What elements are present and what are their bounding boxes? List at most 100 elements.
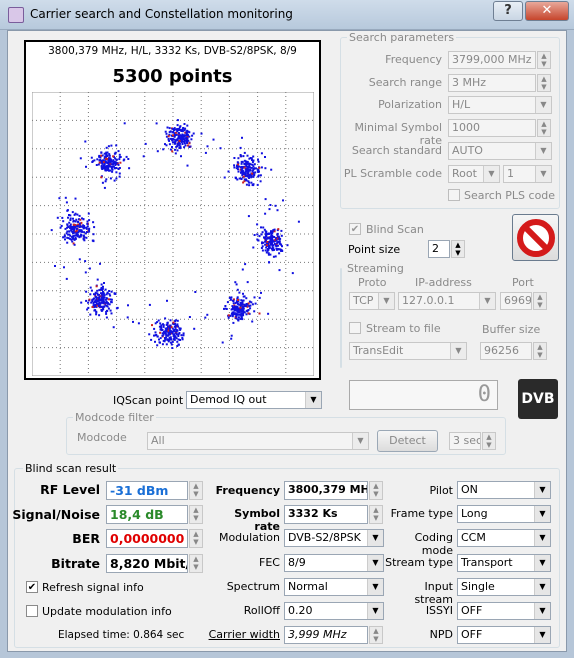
- constellation-point: [98, 154, 101, 157]
- constellation-point: [297, 220, 300, 223]
- constellation-point: [269, 231, 272, 234]
- constellation-point: [176, 324, 179, 327]
- search-standard-dropdown-icon[interactable]: ▼: [535, 143, 551, 159]
- constellation-point: [113, 162, 116, 165]
- modcode-select[interactable]: All: [147, 432, 369, 450]
- constellation-point: [188, 316, 191, 318]
- constellation-point: [278, 240, 281, 243]
- constellation-point: [238, 313, 241, 316]
- buffer-size-input[interactable]: 96256: [480, 342, 532, 360]
- constellation-point: [169, 341, 172, 344]
- constellation-point: [148, 303, 151, 306]
- signal-noise-spinner[interactable]: ▲ ▼: [189, 505, 203, 524]
- input-stream-dropdown-icon[interactable]: ▼: [534, 579, 550, 595]
- close-button[interactable]: ✕: [525, 1, 569, 21]
- constellation-point: [107, 145, 110, 148]
- detect-interval-input[interactable]: 3 sec: [449, 432, 481, 450]
- help-button[interactable]: ?: [493, 1, 523, 21]
- carrier-width-label[interactable]: Carrier width: [200, 628, 280, 641]
- search-range-input[interactable]: 3 MHz: [448, 74, 536, 92]
- detect-button[interactable]: Detect: [377, 430, 438, 452]
- stop-button[interactable]: [512, 214, 559, 261]
- stream-type-dropdown-icon[interactable]: ▼: [534, 555, 550, 571]
- modulation-value: DVB-S2/8PSK: [288, 531, 361, 544]
- blind-scan-checkbox[interactable]: ✔: [349, 223, 361, 235]
- npd-label: NPD: [429, 628, 453, 641]
- constellation-point: [118, 167, 121, 169]
- ip-address-dropdown-icon[interactable]: ▼: [479, 293, 495, 309]
- spectrum-dropdown-icon[interactable]: ▼: [367, 579, 383, 595]
- search-range-spinner[interactable]: ▲ ▼: [537, 74, 551, 92]
- pl-scramble-mode-dropdown-icon[interactable]: ▼: [483, 166, 499, 182]
- stream-target-dropdown-icon[interactable]: ▼: [450, 343, 466, 359]
- rolloff-dropdown-icon[interactable]: ▼: [367, 603, 383, 619]
- polarization-dropdown-icon[interactable]: ▼: [535, 97, 551, 113]
- detect-interval-spinner[interactable]: ▲ ▼: [482, 432, 496, 450]
- coding-mode-dropdown-icon[interactable]: ▼: [534, 530, 550, 546]
- symbol-rate-spinner[interactable]: ▲ ▼: [369, 505, 383, 524]
- constellation-point: [127, 158, 130, 160]
- iqscan-dropdown-icon[interactable]: ▼: [305, 392, 321, 408]
- constellation-point: [68, 221, 71, 224]
- buffer-size-spinner[interactable]: ▲ ▼: [533, 342, 547, 360]
- rf-level-spinner[interactable]: ▲ ▼: [189, 481, 203, 500]
- constellation-point: [280, 234, 283, 237]
- carrier-width-spinner[interactable]: ▲ ▼: [369, 626, 383, 644]
- point-size-spinner[interactable]: ▲ ▼: [451, 240, 465, 258]
- constellation-point: [174, 152, 177, 155]
- constellation-point: [273, 236, 276, 238]
- constellation-point: [97, 163, 100, 166]
- constellation-point: [97, 299, 100, 302]
- constellation-point: [171, 150, 174, 153]
- constellation-point: [252, 165, 255, 168]
- signal-noise-label: Signal/Noise: [12, 507, 100, 522]
- bitrate-spinner[interactable]: ▲ ▼: [189, 554, 203, 573]
- constellation-point: [245, 305, 248, 308]
- constellation-point: [181, 130, 184, 133]
- proto-dropdown-icon[interactable]: ▼: [378, 293, 394, 309]
- iqscan-select[interactable]: Demod IQ out: [186, 391, 322, 409]
- constellation-point: [95, 310, 98, 313]
- fec-dropdown-icon[interactable]: ▼: [367, 555, 383, 571]
- modulation-dropdown-icon[interactable]: ▼: [367, 530, 383, 546]
- constellation-point: [102, 291, 104, 293]
- pilot-dropdown-icon[interactable]: ▼: [534, 482, 550, 498]
- constellation-point: [242, 181, 245, 184]
- search-pls-checkbox[interactable]: [448, 189, 460, 201]
- update-modulation-checkbox[interactable]: [26, 605, 38, 617]
- constellation-point: [169, 319, 172, 322]
- constellation-point: [183, 142, 186, 145]
- constellation-point: [266, 237, 269, 240]
- constellation-point: [154, 340, 156, 343]
- stream-to-file-checkbox[interactable]: [349, 322, 361, 334]
- constellation-point: [233, 164, 236, 167]
- constellation-point: [109, 157, 112, 160]
- refresh-signal-checkbox[interactable]: ✔: [26, 581, 38, 593]
- modcode-dropdown-icon[interactable]: ▼: [352, 433, 368, 449]
- frequency-result-spinner[interactable]: ▲ ▼: [369, 481, 383, 500]
- constellation-point: [186, 124, 189, 127]
- constellation-point: [239, 317, 242, 320]
- constellation-point: [260, 247, 263, 249]
- port-input[interactable]: 6969: [500, 292, 532, 310]
- constellation-point: [173, 335, 176, 338]
- constellation-point: [113, 292, 116, 295]
- pl-scramble-code-dropdown-icon[interactable]: ▼: [535, 166, 551, 182]
- constellation-point: [95, 296, 98, 299]
- ber-spinner[interactable]: ▲ ▼: [189, 529, 203, 548]
- constellation-point: [65, 277, 68, 280]
- port-spinner[interactable]: ▲ ▼: [533, 292, 547, 310]
- min-symbol-rate-input[interactable]: 1000: [448, 119, 536, 137]
- constellation-point: [171, 347, 174, 349]
- min-symbol-rate-spinner[interactable]: ▲ ▼: [537, 119, 551, 137]
- carrier-width-value: 3,999 MHz: [284, 626, 368, 644]
- npd-dropdown-icon[interactable]: ▼: [534, 627, 550, 643]
- point-size-input[interactable]: 2: [428, 240, 450, 258]
- constellation-point: [253, 163, 256, 166]
- constellation-point: [164, 337, 166, 340]
- frame-type-dropdown-icon[interactable]: ▼: [534, 506, 550, 522]
- constellation-point: [170, 326, 173, 329]
- frequency-spinner[interactable]: ▲ ▼: [537, 51, 551, 69]
- issyi-dropdown-icon[interactable]: ▼: [534, 603, 550, 619]
- frequency-input[interactable]: 3799,000 MHz: [448, 51, 536, 69]
